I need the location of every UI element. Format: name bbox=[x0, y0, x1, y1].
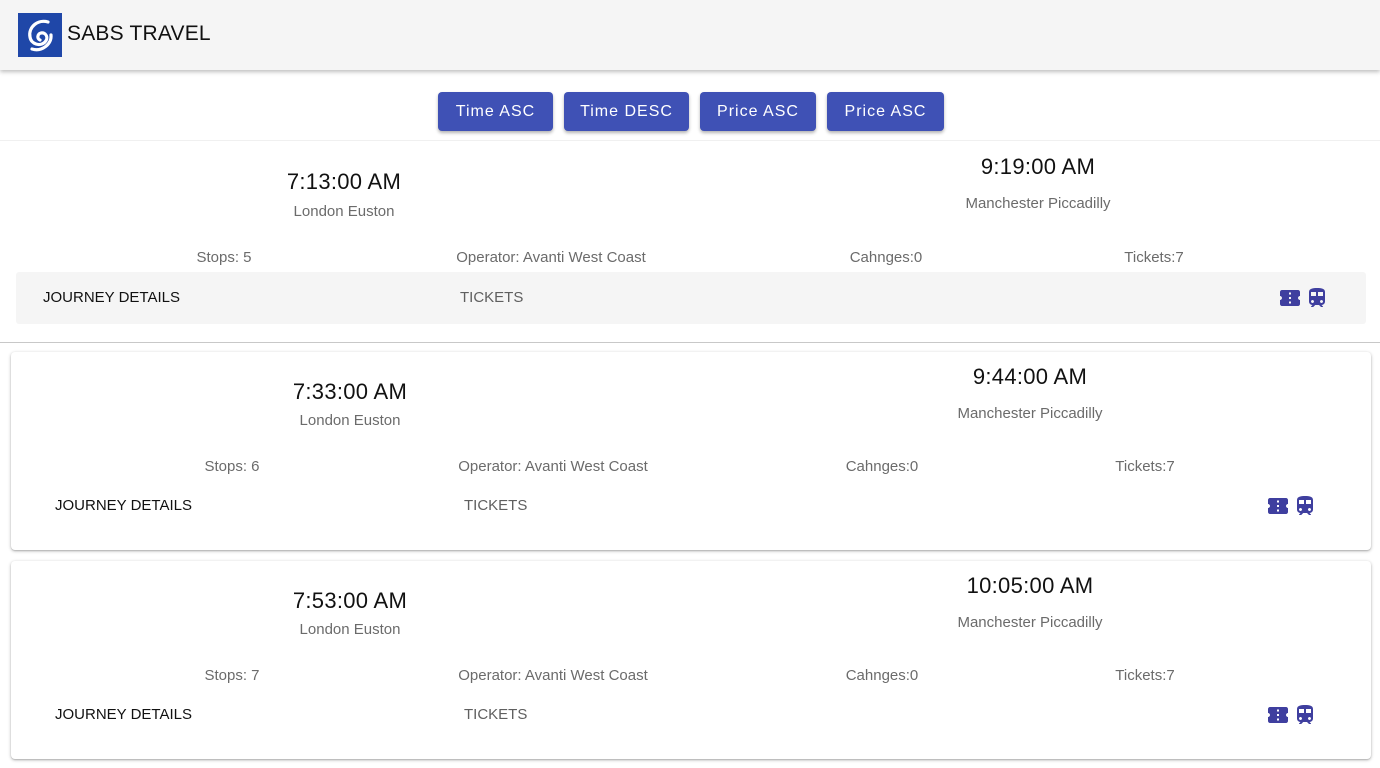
arrival-time: 10:05:00 AM bbox=[966, 573, 1094, 598]
tickets-button[interactable]: TICKETS bbox=[464, 497, 527, 514]
journey-actions: JOURNEY DETAILS TICKETS bbox=[11, 689, 1371, 741]
changes-count: Cahnges:0 bbox=[849, 249, 923, 266]
journey-details-button[interactable]: JOURNEY DETAILS bbox=[55, 706, 192, 723]
sort-toolbar: Time ASC Time DESC Price ASC Price ASC bbox=[0, 92, 1380, 132]
departure-time: 7:53:00 AM bbox=[292, 588, 408, 613]
changes-count: Cahnges:0 bbox=[845, 667, 919, 684]
journey-details-button[interactable]: JOURNEY DETAILS bbox=[55, 497, 192, 514]
train-icon[interactable] bbox=[1293, 494, 1317, 518]
arrival-station: Manchester Piccadilly bbox=[957, 614, 1103, 631]
tickets-button[interactable]: TICKETS bbox=[464, 706, 527, 723]
tickets-count: Tickets:7 bbox=[1115, 458, 1175, 475]
journey-actions: JOURNEY DETAILS TICKETS bbox=[16, 272, 1366, 324]
tickets-count: Tickets:7 bbox=[1124, 249, 1184, 266]
ticket-icon[interactable] bbox=[1278, 286, 1302, 310]
journey-card: 7:53:00 AM London Euston 10:05:00 AM Man… bbox=[11, 561, 1371, 759]
ticket-icon[interactable] bbox=[1266, 703, 1290, 727]
ticket-icon[interactable] bbox=[1266, 494, 1290, 518]
sort-time-desc-button[interactable]: Time DESC bbox=[564, 92, 689, 131]
operator-name: Operator: Avanti West Coast bbox=[456, 249, 646, 266]
operator-name: Operator: Avanti West Coast bbox=[458, 458, 648, 475]
journey-actions: JOURNEY DETAILS TICKETS bbox=[11, 480, 1371, 532]
departure-station: London Euston bbox=[293, 203, 395, 220]
arrival-time: 9:19:00 AM bbox=[980, 154, 1096, 179]
departure-station: London Euston bbox=[299, 412, 401, 429]
journey-card: 7:33:00 AM London Euston 9:44:00 AM Manc… bbox=[11, 352, 1371, 550]
app-bar: SABS TRAVEL bbox=[0, 0, 1380, 70]
brand-title[interactable]: SABS TRAVEL bbox=[67, 22, 211, 46]
tickets-count: Tickets:7 bbox=[1115, 667, 1175, 684]
departure-time: 7:13:00 AM bbox=[286, 169, 402, 194]
train-icon[interactable] bbox=[1293, 703, 1317, 727]
sort-price-asc-button-2[interactable]: Price ASC bbox=[827, 92, 944, 131]
tickets-button[interactable]: TICKETS bbox=[460, 289, 523, 306]
stops-count: Stops: 5 bbox=[196, 249, 252, 266]
arrival-station: Manchester Piccadilly bbox=[957, 405, 1103, 422]
sort-time-asc-button[interactable]: Time ASC bbox=[438, 92, 553, 131]
sort-price-asc-button[interactable]: Price ASC bbox=[700, 92, 816, 131]
changes-count: Cahnges:0 bbox=[845, 458, 919, 475]
journey-details-button[interactable]: JOURNEY DETAILS bbox=[43, 289, 180, 306]
operator-name: Operator: Avanti West Coast bbox=[458, 667, 648, 684]
swirl-logo-icon[interactable] bbox=[18, 13, 62, 57]
departure-time: 7:33:00 AM bbox=[292, 379, 408, 404]
departure-station: London Euston bbox=[299, 621, 401, 638]
journey-card: 7:13:00 AM London Euston 9:19:00 AM Manc… bbox=[0, 141, 1380, 343]
stops-count: Stops: 6 bbox=[204, 458, 260, 475]
train-icon[interactable] bbox=[1305, 286, 1329, 310]
stops-count: Stops: 7 bbox=[204, 667, 260, 684]
arrival-time: 9:44:00 AM bbox=[972, 364, 1088, 389]
arrival-station: Manchester Piccadilly bbox=[965, 195, 1111, 212]
